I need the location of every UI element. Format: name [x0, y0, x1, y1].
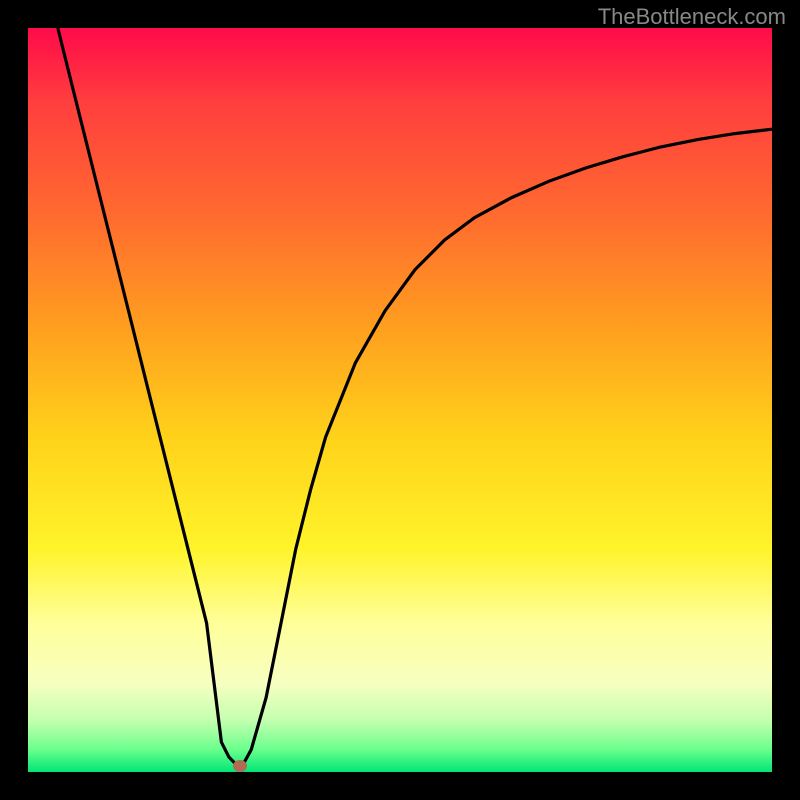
curve-path	[58, 28, 772, 765]
plot-area	[28, 28, 772, 772]
marker-dot	[233, 760, 247, 772]
chart-container: TheBottleneck.com	[0, 0, 800, 800]
watermark-text: TheBottleneck.com	[598, 4, 786, 30]
curve-svg	[28, 28, 772, 772]
